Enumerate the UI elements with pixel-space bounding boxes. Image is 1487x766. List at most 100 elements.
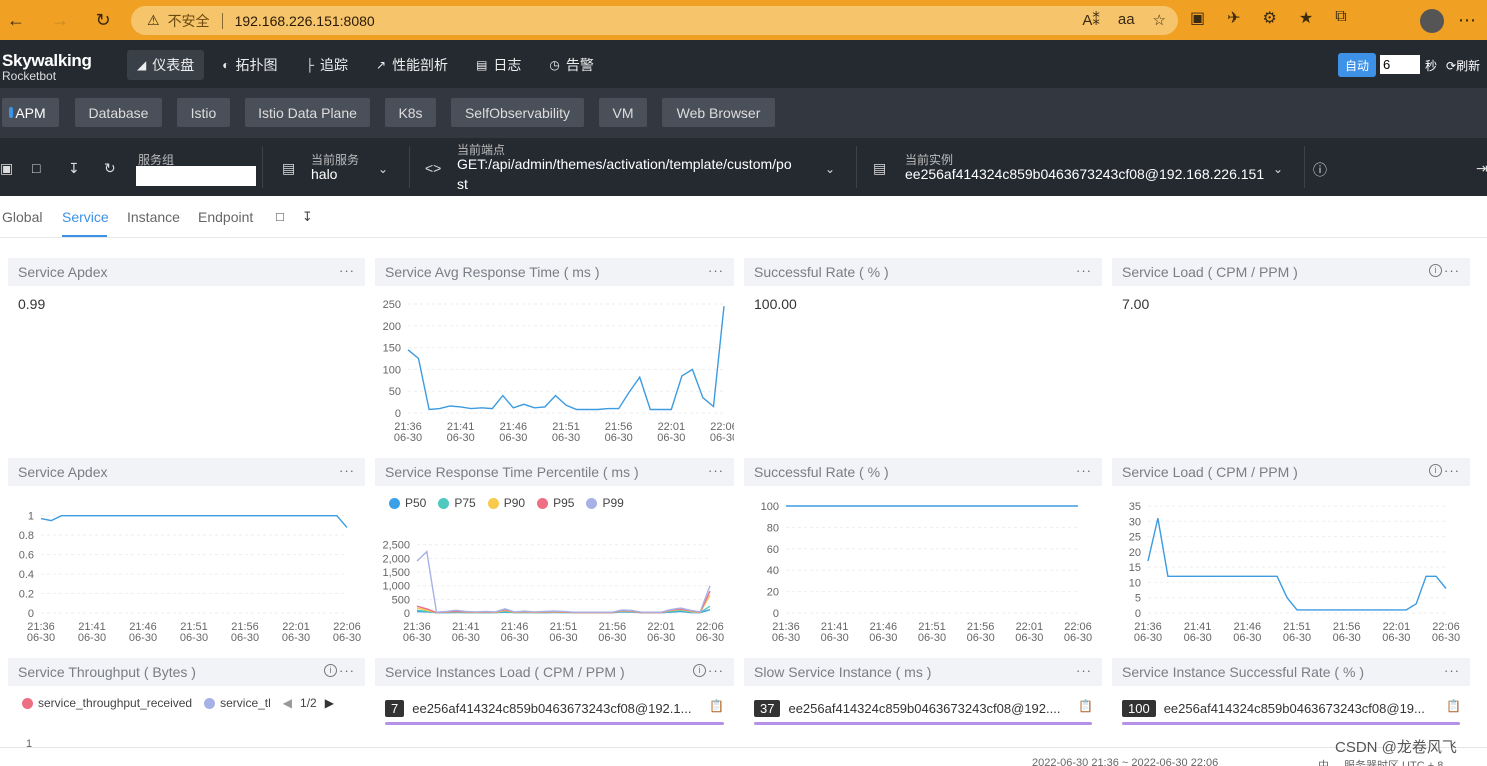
seconds-label: 秒 <box>1425 59 1438 73</box>
layer-tab-apm[interactable]: APM <box>2 98 59 127</box>
more-icon[interactable]: ··· <box>1444 263 1460 278</box>
folder-icon[interactable]: □ <box>32 160 40 176</box>
profile-avatar[interactable] <box>1420 9 1444 33</box>
nav-log[interactable]: ▤ 日志 <box>466 50 531 80</box>
tab-instance[interactable]: Instance <box>127 209 180 225</box>
instance-row[interactable]: 37 ee256af414324c859b0463673243cf08@192.… <box>754 700 1060 717</box>
extensions-icon[interactable]: ⚙ <box>1263 8 1277 28</box>
refresh-button[interactable]: ⟳刷新 <box>1446 57 1480 74</box>
x-tick-label: 06-30 <box>821 632 849 644</box>
info-icon[interactable]: ⓘ <box>1313 160 1327 180</box>
sync-icon[interactable]: ↻ <box>104 160 116 177</box>
copy-icon[interactable]: 📋 <box>1078 699 1093 713</box>
x-tick-label: 06-30 <box>1432 632 1460 644</box>
expand-icon[interactable]: ⇥ <box>1476 160 1487 177</box>
layer-tab-istio-data-plane[interactable]: Istio Data Plane <box>245 98 370 127</box>
favorite-add-icon[interactable]: ☆ <box>1153 11 1166 29</box>
layer-tab-k8s[interactable]: K8s <box>385 98 436 127</box>
tab-endpoint[interactable]: Endpoint <box>198 209 253 225</box>
instance-select[interactable]: ee256af414324c859b0463673243cf08@192.168… <box>905 166 1264 182</box>
group-input[interactable] <box>136 166 256 186</box>
instance-row[interactable]: 7 ee256af414324c859b0463673243cf08@192.1… <box>385 700 691 717</box>
endpoint-select-line1[interactable]: GET:/api/admin/themes/activation/templat… <box>457 156 792 172</box>
chevron-down-icon[interactable]: ⌄ <box>1273 162 1283 176</box>
tab-service[interactable]: Service <box>62 209 109 225</box>
copy-icon[interactable]: 📋 <box>709 699 724 713</box>
legend-item[interactable]: service_tl <box>204 696 271 710</box>
translate-icon[interactable]: aа <box>1118 11 1135 29</box>
more-icon[interactable]: ··· <box>1076 663 1092 678</box>
card-title: Successful Rate ( % ) <box>754 264 889 280</box>
extension-mask-icon[interactable]: ▣ <box>1190 8 1205 28</box>
folder-icon[interactable]: □ <box>276 209 284 224</box>
more-icon[interactable]: ··· <box>1076 463 1092 478</box>
download-icon[interactable]: ↧ <box>302 209 313 225</box>
instance-name[interactable]: ee256af414324c859b0463673243cf08@19... <box>1164 701 1425 716</box>
percentile-chart: 05001,0001,5002,0002,50021:3606-3021:410… <box>382 540 724 644</box>
layer-tab-vm[interactable]: VM <box>599 98 647 127</box>
more-icon[interactable]: ··· <box>1444 463 1460 478</box>
nav-topology[interactable]: ◐ 拓扑图 <box>212 50 287 80</box>
more-icon[interactable]: ··· <box>339 263 355 278</box>
layer-tab-istio[interactable]: Istio <box>177 98 230 127</box>
more-icon[interactable]: ··· <box>339 463 355 478</box>
language-toggle[interactable]: 中 <box>1318 757 1329 766</box>
back-icon[interactable]: ← <box>0 4 32 36</box>
time-range[interactable]: 2022-06-30 21:36 ~ 2022-06-30 22:06 <box>1032 757 1218 766</box>
instance-name[interactable]: ee256af414324c859b0463673243cf08@192.1..… <box>412 701 691 716</box>
nav-alarm[interactable]: ◷ 告警 <box>539 50 603 80</box>
nav-profile[interactable]: ↗ 性能剖析 <box>366 50 458 80</box>
tab-global[interactable]: Global <box>2 209 42 225</box>
more-icon[interactable]: ··· <box>1076 263 1092 278</box>
extension-plane-icon[interactable]: ✈ <box>1227 8 1240 28</box>
y-tick-label: 40 <box>767 565 779 577</box>
endpoint-select-line2[interactable]: st <box>457 176 468 192</box>
legend-prev-icon[interactable]: ◀ <box>283 696 292 710</box>
address-bar[interactable]: ⚠ 不安全 192.168.226.151:8080 A⁑ aа ☆ <box>131 6 1178 35</box>
info-icon[interactable]: i <box>1429 264 1442 277</box>
legend-item[interactable]: service_throughput_received <box>22 696 192 710</box>
x-tick-label: 06-30 <box>1134 632 1162 644</box>
legend-next-icon[interactable]: ▶ <box>325 696 334 710</box>
url-text[interactable]: 192.168.226.151:8080 <box>235 13 375 29</box>
successful-rate-chart: 02040608010021:3606-3021:4106-3021:4606-… <box>761 501 1092 644</box>
chevron-down-icon[interactable]: ⌄ <box>825 162 835 176</box>
card-instances-load: Service Instances Load ( CPM / PPM ) i ···… <box>375 658 734 748</box>
collections-icon[interactable]: ⧉ <box>1335 8 1346 28</box>
copy-icon[interactable]: 📋 <box>1446 699 1461 713</box>
nav-dashboard[interactable]: ◢ 仪表盘 <box>127 50 205 80</box>
more-icon[interactable]: ··· <box>708 463 724 478</box>
service-select[interactable]: halo <box>311 166 337 182</box>
nav-trace[interactable]: ├ 追踪 <box>295 50 358 80</box>
chevron-down-icon[interactable]: ⌄ <box>378 162 388 176</box>
card-successful-rate-chart: Successful Rate ( % ) ··· 0 20 40 60 80 100 21:… <box>744 458 1102 648</box>
main-nav: ◢ 仪表盘 ◐ 拓扑图 ├ 追踪 ↗ 性能剖析 ▤ 日志 ◷ 告警 <box>127 50 612 80</box>
x-tick-label: 06-30 <box>333 632 361 644</box>
more-icon[interactable]: ··· <box>708 263 724 278</box>
layer-tab-web-browser[interactable]: Web Browser <box>662 98 775 127</box>
download-icon[interactable]: ↧ <box>68 160 80 177</box>
instance-row[interactable]: 100 ee256af414324c859b0463673243cf08@19.… <box>1122 700 1425 717</box>
y-tick-label: 0 <box>773 608 779 620</box>
lock-icon[interactable]: ▣ <box>0 160 13 177</box>
reload-icon[interactable]: ↻ <box>87 4 119 36</box>
instance-name[interactable]: ee256af414324c859b0463673243cf08@192.... <box>788 701 1060 716</box>
auto-refresh-button[interactable]: 自动 <box>1338 53 1376 77</box>
x-tick-label: 06-30 <box>552 432 580 444</box>
x-tick-label: 06-30 <box>967 632 995 644</box>
layer-tab-selfobservability[interactable]: SelfObservability <box>451 98 584 127</box>
favorites-icon[interactable]: ★ <box>1299 8 1313 28</box>
info-icon[interactable]: i <box>693 664 706 677</box>
layer-tab-database[interactable]: Database <box>75 98 162 127</box>
forward-icon[interactable]: → <box>44 4 76 36</box>
more-icon[interactable]: ⋯ <box>1458 10 1476 31</box>
more-icon[interactable]: ··· <box>708 663 724 678</box>
info-icon[interactable]: i <box>1429 464 1442 477</box>
info-icon[interactable]: i <box>324 664 337 677</box>
read-aloud-icon[interactable]: A⁑ <box>1082 11 1100 29</box>
x-tick-label: 06-30 <box>918 632 946 644</box>
more-icon[interactable]: ··· <box>1444 663 1460 678</box>
refresh-interval-input[interactable] <box>1380 55 1420 74</box>
nav-label: 日志 <box>493 57 522 73</box>
more-icon[interactable]: ··· <box>339 663 355 678</box>
